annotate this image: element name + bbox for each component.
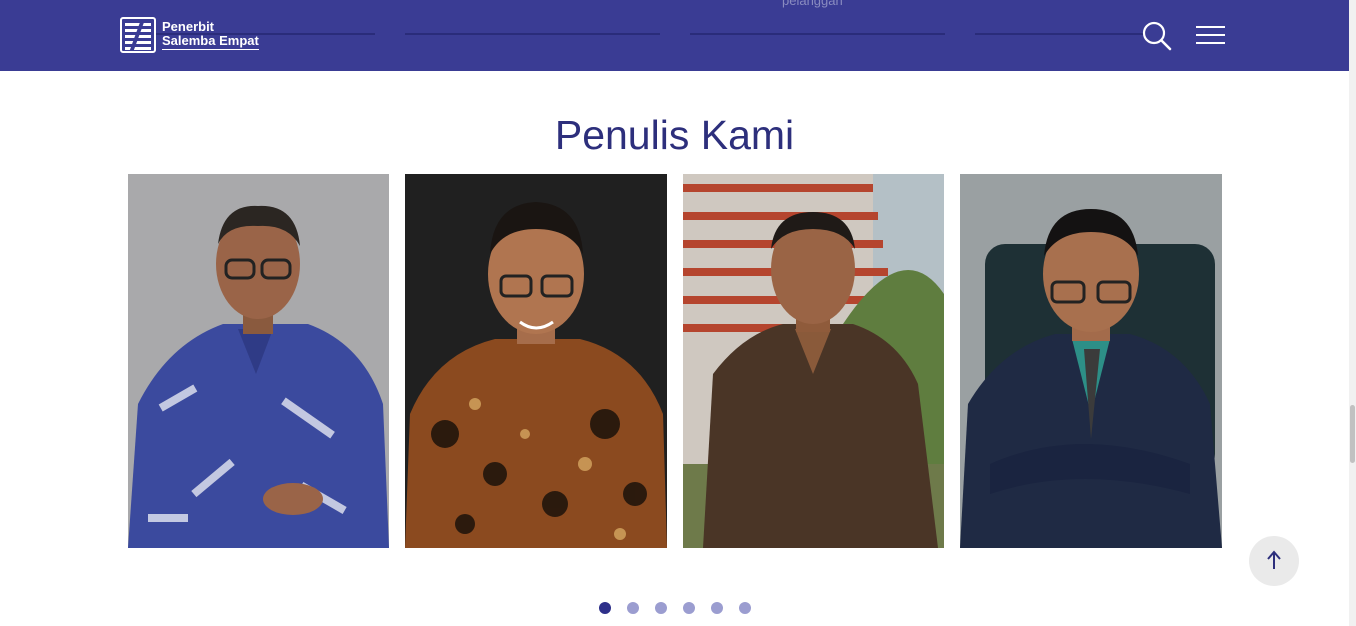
header-divider: [975, 33, 1145, 35]
brand-logo[interactable]: Penerbit Salemba Empat: [120, 17, 259, 53]
carousel-dot-2[interactable]: [627, 602, 639, 614]
search-icon: [1142, 21, 1172, 51]
carousel-pagination: [599, 602, 767, 614]
author-photo: [405, 174, 667, 548]
author-photo: [960, 174, 1222, 548]
carousel-dot-5[interactable]: [711, 602, 723, 614]
back-to-top-button[interactable]: [1249, 536, 1299, 586]
brand-name-line1: Penerbit: [162, 19, 215, 34]
carousel-dot-4[interactable]: [683, 602, 695, 614]
carousel-dot-6[interactable]: [739, 602, 751, 614]
carousel-dot-3[interactable]: [655, 602, 667, 614]
page-scrollbar[interactable]: [1349, 0, 1356, 626]
site-header: pelanggan Penerbit Salemba Empat: [0, 0, 1349, 71]
logo-icon: [120, 17, 156, 53]
author-photo: [683, 174, 944, 548]
author-card-4[interactable]: [960, 174, 1222, 548]
author-card-1[interactable]: [128, 174, 389, 548]
header-divider: [690, 33, 945, 35]
author-photo: [128, 174, 389, 548]
menu-button[interactable]: [1196, 25, 1226, 47]
author-card-3[interactable]: [683, 174, 944, 548]
arrow-up-icon: [1267, 550, 1281, 569]
hamburger-menu-icon: [1196, 26, 1225, 28]
search-button[interactable]: [1142, 21, 1172, 51]
carousel-dot-1[interactable]: [599, 602, 611, 614]
section-title: Penulis Kami: [554, 112, 795, 159]
brand-name-line2: Salemba Empat: [162, 33, 259, 50]
scrollbar-thumb[interactable]: [1350, 405, 1355, 463]
header-divider: [405, 33, 660, 35]
author-card-2[interactable]: [405, 174, 667, 548]
faded-caption: pelanggan: [782, 0, 843, 8]
